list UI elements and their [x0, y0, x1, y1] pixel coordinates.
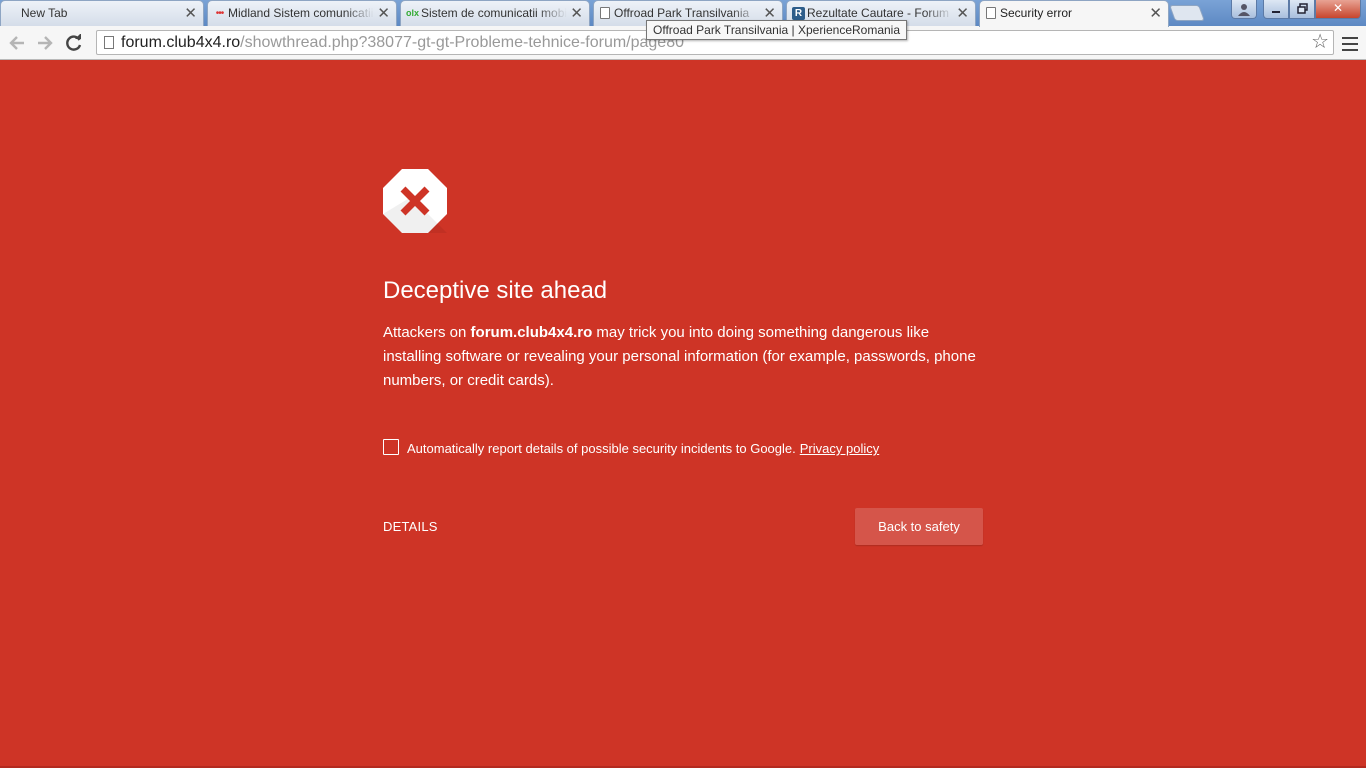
desc-text: Attackers on — [383, 324, 471, 341]
tab-close-icon[interactable]: ✕ — [1149, 1, 1162, 26]
page-icon — [104, 36, 114, 49]
tab-close-icon[interactable]: ✕ — [570, 1, 583, 26]
back-to-safety-button[interactable]: Back to safety — [855, 508, 983, 545]
minimize-button[interactable] — [1263, 0, 1289, 19]
reload-icon — [66, 33, 82, 51]
back-button[interactable] — [5, 31, 29, 55]
url-path: /showthread.php?38077-gt-gt-Probleme-teh… — [240, 34, 684, 51]
window-controls: ✕ — [1231, 0, 1361, 19]
window-close-button[interactable]: ✕ — [1315, 0, 1361, 19]
stop-sign-icon — [383, 169, 447, 233]
page-icon — [986, 7, 996, 19]
tab-title: Security error — [1000, 6, 1073, 20]
privacy-policy-link[interactable]: Privacy policy — [800, 441, 879, 456]
report-label[interactable]: Automatically report details of possible… — [407, 441, 796, 456]
tab-tooltip: Offroad Park Transilvania | XperienceRom… — [646, 20, 908, 40]
user-profile-icon[interactable] — [1231, 0, 1257, 19]
report-option: Automatically report details of possible… — [383, 438, 983, 456]
tab-title: Sistem de comunicatii mobil — [421, 6, 567, 20]
page-icon — [600, 7, 610, 19]
bookmark-star-icon[interactable]: ☆ — [1311, 31, 1329, 54]
desc-host: forum.club4x4.ro — [470, 324, 593, 341]
tab-title: New Tab — [21, 6, 68, 20]
reload-button[interactable] — [62, 31, 86, 55]
new-tab-button[interactable] — [1169, 5, 1205, 21]
restore-button[interactable] — [1289, 0, 1315, 19]
forward-arrow-icon — [38, 36, 53, 50]
r-logo-icon: R — [792, 7, 805, 20]
tab-sistem-comunicatii[interactable]: olx Sistem de comunicatii mobil ✕ — [400, 0, 590, 26]
url-host: forum.club4x4.ro — [121, 34, 241, 51]
url-text[interactable]: forum.club4x4.ro/showthread.php?38077-gt… — [121, 31, 684, 54]
tab-close-icon[interactable]: ✕ — [377, 1, 390, 26]
tab-title: Midland Sistem comunicatii — [228, 6, 374, 20]
security-interstitial: Deceptive site ahead Attackers on forum.… — [383, 169, 983, 545]
tab-close-icon[interactable]: ✕ — [184, 1, 197, 26]
details-button[interactable]: DETAILS — [383, 519, 438, 534]
warning-description: Attackers on forum.club4x4.ro may trick … — [383, 321, 983, 393]
tab-midland[interactable]: ••• Midland Sistem comunicatii ✕ — [207, 0, 397, 26]
back-arrow-icon — [9, 36, 24, 50]
tab-close-icon[interactable]: ✕ — [956, 1, 969, 26]
tab-security-error[interactable]: Security error ✕ — [979, 0, 1169, 27]
olx-icon: olx — [406, 8, 420, 18]
forward-button[interactable] — [33, 31, 57, 55]
action-row: DETAILS Back to safety — [383, 508, 983, 545]
page-heading: Deceptive site ahead — [383, 277, 608, 304]
menu-hamburger-icon[interactable] — [1342, 31, 1358, 55]
dots-icon: ••• — [215, 8, 225, 19]
tab-new-tab[interactable]: New Tab ✕ — [0, 0, 204, 26]
report-checkbox[interactable] — [383, 438, 399, 455]
